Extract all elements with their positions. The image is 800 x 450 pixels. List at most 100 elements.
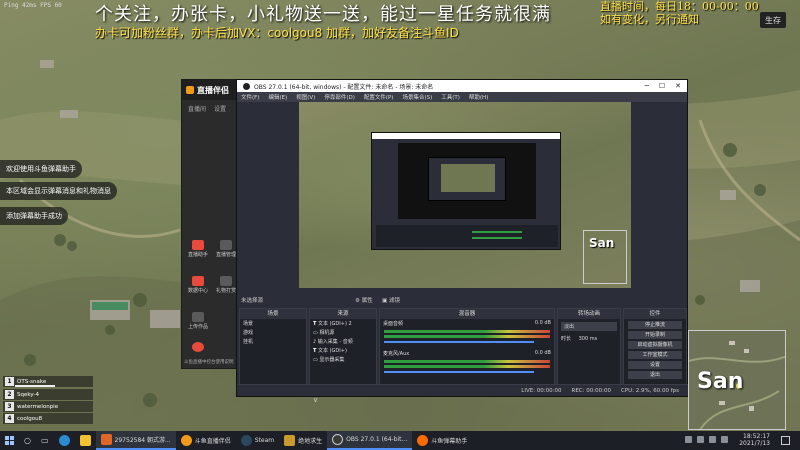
menu-docks[interactable]: 停靠部件(D) <box>324 93 355 101</box>
obs-filters-button[interactable]: ▣ 滤镜 <box>382 296 400 304</box>
source-item[interactable]: T 文本 (GDI+) 2 <box>310 319 376 328</box>
tray-icon[interactable] <box>709 436 716 443</box>
taskbar-search-icon[interactable]: ○ <box>19 431 36 450</box>
stop-streaming-button[interactable]: 停止推流 <box>628 321 682 329</box>
source-item[interactable]: ▭ 显示器采集 <box>310 355 376 364</box>
obs-properties-button[interactable]: ⚙ 属性 <box>355 296 373 304</box>
taskbar-explorer[interactable] <box>75 431 96 450</box>
system-tray[interactable] <box>685 436 728 443</box>
start-recording-button[interactable]: 开始录制 <box>628 331 682 339</box>
douyu-logo-icon <box>186 86 194 94</box>
mixer-volume-slider[interactable] <box>384 371 534 373</box>
obs-window[interactable]: OBS 27.0.1 (64-bit, windows) - 配置文件: 未命名… <box>236 79 689 404</box>
taskbar-item-label: 绝地求生 <box>298 438 323 445</box>
browser-icon <box>100 434 112 445</box>
douyu-item-label: 数据中心 <box>187 288 208 294</box>
mixer-volume-slider[interactable] <box>384 341 534 343</box>
douyu-item-live[interactable] <box>184 342 212 353</box>
mixer-meter <box>384 360 550 363</box>
menu-edit[interactable]: 编辑(E) <box>268 93 287 101</box>
scene-item[interactable]: 挂机 <box>240 337 306 346</box>
douyu-icon <box>180 435 192 446</box>
scenes-dock: 场景 场景 游戏 挂机 + − ∧ ∨ <box>239 308 307 396</box>
live-schedule-line2: 如有变化，另行通知 <box>600 13 699 26</box>
minimap-town-label: San <box>697 369 744 394</box>
menu-help[interactable]: 帮助(H) <box>469 93 488 101</box>
filters-label: 滤镜 <box>388 298 400 304</box>
close-icon[interactable]: ✕ <box>675 82 681 90</box>
status-cpu: CPU: 2.9%, 60.00 fps <box>620 387 679 394</box>
maximize-icon[interactable]: ☐ <box>659 82 665 90</box>
stream-banner-line1: 个关注，办张卡，小礼物送一送，能过一星任务就很满 <box>95 4 551 25</box>
menu-scene-collection[interactable]: 场景集合(S) <box>402 93 432 101</box>
taskbar-item[interactable]: OBS 27.0.1 (64-bit... <box>327 431 413 450</box>
notification-1: 欢迎使用斗鱼弹幕助手 <box>0 160 82 178</box>
squad-member: 4 coolgou8 <box>3 413 93 424</box>
properties-label: 属性 <box>361 298 373 304</box>
douyu-live-app-window[interactable]: 直播伴侣 直播间 设置 直播助手 直播管理 数据中心 礼物打赏 上传作品 斗鱼直… <box>181 79 241 369</box>
taskbar-item[interactable]: 斗鱼弹幕助手 <box>412 431 472 450</box>
squad-list: 1 OTS-snake 2 Sqeky-4 3 watermelonpie 4 … <box>3 376 93 425</box>
source-item[interactable]: ♪ 输入采集 - 音频 <box>310 337 376 346</box>
start-button[interactable] <box>0 431 19 450</box>
obs-titlebar[interactable]: OBS 27.0.1 (64-bit, windows) - 配置文件: 未命名… <box>237 80 687 92</box>
upload-icon <box>192 312 204 322</box>
douyu-tab-settings[interactable]: 设置 <box>214 104 226 113</box>
squad-name: watermelonpie <box>17 403 59 410</box>
mixer-meter <box>384 335 550 338</box>
gift-icon <box>220 276 232 286</box>
mixer-dock: 混音器 桌面音频 0.0 dB 麦克风/Aux 0.0 dB <box>379 308 555 396</box>
minimize-icon[interactable]: ─ <box>645 82 649 90</box>
source-item[interactable]: T 文本 (GDI+) <box>310 346 376 355</box>
source-item-label: 相机源 <box>319 330 335 336</box>
menu-view[interactable]: 视图(V) <box>296 93 315 101</box>
tray-icon[interactable] <box>721 436 728 443</box>
obs-menubar: 文件(F) 编辑(E) 视图(V) 停靠部件(D) 配置文件(P) 场景集合(S… <box>237 92 687 102</box>
taskbar-clock[interactable]: 18:52:17 2021/7/13 <box>739 433 770 447</box>
health-bar <box>15 385 55 387</box>
source-item[interactable]: ▭ 相机源 <box>310 328 376 337</box>
settings-button[interactable]: 设置 <box>628 361 682 369</box>
taskbar-item[interactable]: 29752584 朝式游... <box>95 431 176 450</box>
tray-icon[interactable] <box>697 436 704 443</box>
virtual-camera-button[interactable]: 启动虚拟摄像机 <box>628 341 682 349</box>
mixer-channel-label: 桌面音频 <box>383 321 404 327</box>
mixer-channel-level: 0.0 dB <box>534 320 551 326</box>
scene-item[interactable]: 游戏 <box>240 328 306 337</box>
menu-tools[interactable]: 工具(T) <box>441 93 460 101</box>
taskbar-item[interactable]: Steam <box>236 431 279 450</box>
squad-name: Sqeky-4 <box>17 391 39 398</box>
status-rec: REC: 00:00:00 <box>571 387 611 394</box>
taskbar-taskview-icon[interactable]: ▭ <box>36 431 54 450</box>
windows-logo-icon <box>5 436 14 445</box>
mixer-channel-desktop: 桌面音频 0.0 dB <box>380 319 554 328</box>
douyu-logo-text: 直播伴侣 <box>197 85 229 95</box>
taskbar-edge[interactable] <box>54 431 75 450</box>
source-item-label: 显示器采集 <box>319 357 345 363</box>
transition-select[interactable]: 淡出 <box>561 322 617 331</box>
exit-button[interactable]: 退出 <box>628 371 682 379</box>
douyu-tab-room[interactable]: 直播间 <box>188 104 206 113</box>
task-view-icon: ▭ <box>40 436 49 445</box>
menu-profile[interactable]: 配置文件(P) <box>364 93 394 101</box>
notification-center-icon[interactable] <box>781 436 790 445</box>
controls-dock-title: 控件 <box>624 309 686 319</box>
taskbar-item[interactable]: 绝地求生 <box>279 431 327 450</box>
duration-label: 时长 <box>561 336 572 342</box>
taskbar-item[interactable]: 斗鱼直播伴侣 <box>176 431 236 450</box>
scenes-dock-title: 场景 <box>240 309 306 319</box>
obs-preview-canvas[interactable]: San <box>299 102 631 288</box>
studio-mode-button[interactable]: 工作室模式 <box>628 351 682 359</box>
data-icon <box>192 276 204 286</box>
douyu-item-data[interactable]: 数据中心 <box>184 276 212 294</box>
scene-item[interactable]: 场景 <box>240 319 306 328</box>
preview-nested-obs-window <box>371 132 561 250</box>
menu-file[interactable]: 文件(F) <box>241 93 259 101</box>
douyu-item-label: 上传作品 <box>187 324 208 330</box>
douyu-item-label: 直播助手 <box>187 252 208 258</box>
tray-icon[interactable] <box>685 436 692 443</box>
douyu-tabs: 直播间 设置 <box>182 100 240 117</box>
douyu-item-assistant[interactable]: 直播助手 <box>184 240 212 258</box>
transition-duration[interactable]: 时长 300 ms <box>558 334 620 343</box>
douyu-item-upload[interactable]: 上传作品 <box>184 312 212 330</box>
